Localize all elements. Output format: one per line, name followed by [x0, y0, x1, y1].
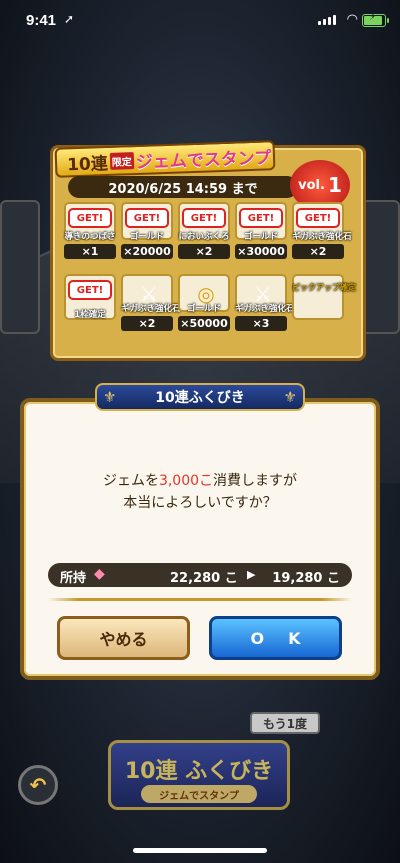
stamp-cell: ⚔ ギガぶき強化石 ×3 [235, 274, 295, 331]
dialog-title: 10連ふくびき [155, 390, 245, 406]
battery-icon: ⚡ [362, 12, 389, 27]
stamp-name: においぶくろ [178, 232, 230, 242]
gem-icon: ◆ [94, 566, 105, 582]
gem-cost: 3,000こ [158, 473, 214, 489]
stamp-name: ゴールド [243, 232, 278, 242]
again-sign: もう1度 [250, 712, 320, 734]
stamp-name: ゴールド [129, 232, 164, 242]
msg-part: ジェムを [102, 473, 159, 489]
stamp-cell: ⚔ ギガぶき強化石 ×2 [121, 274, 181, 331]
ok-button[interactable]: OK [209, 616, 342, 660]
get-badge: GET! [125, 208, 169, 228]
owned-label: 所持 [60, 571, 87, 586]
stamp-qty: ×20000 [121, 244, 173, 259]
dialog-title-bar: ⚜ 10連ふくびき ⚜ [95, 383, 305, 411]
get-badge: GET! [239, 208, 283, 228]
stamp-qty: ×50000 [178, 316, 230, 331]
signal-icon [318, 15, 336, 25]
stamp-cell: GET! 導きのつばさ ×1 [64, 202, 116, 259]
wifi-icon: ◠ [346, 12, 358, 27]
right-pillar [360, 200, 400, 334]
stamp-qty: ×2 [292, 244, 344, 259]
stamp-cell: GET! ギガぶき強化石 ×2 [292, 202, 352, 259]
msg-part: 消費しますが [213, 473, 298, 489]
stamp-cell: GET! 1枠確定 [64, 274, 116, 320]
cancel-button[interactable]: やめる [57, 616, 190, 660]
location-arrow-icon: ➚ [64, 12, 75, 26]
gacha-label: 10連 ふくびき [124, 759, 274, 784]
stamp-name: ギガぶき強化石 [292, 232, 352, 242]
limited-badge: 限定 [109, 151, 134, 170]
ornament-icon: ⚜ [283, 388, 297, 406]
get-badge: GET! [68, 280, 112, 300]
stamp-qty: ×2 [178, 244, 230, 259]
stamp-name: ギガぶき強化石 [235, 304, 295, 314]
divider [48, 598, 352, 601]
status-bar: 9:41 ➚ ◠ ⚡ [0, 0, 400, 40]
get-badge: GET! [182, 208, 226, 228]
ornament-icon: ⚜ [103, 388, 117, 406]
gacha-sub-label: ジェムでスタンプ [141, 785, 257, 803]
arrow-right-icon: ▶ [247, 568, 256, 581]
stamp-qty: ×3 [235, 316, 287, 331]
title-main: ジェムでスタンプ [135, 147, 272, 173]
campaign-period: 2020/6/25 14:59 まで [68, 176, 298, 198]
stamp-cell: GET! ゴールド ×20000 [121, 202, 173, 259]
get-badge: GET! [68, 208, 112, 228]
get-badge: GET! [296, 208, 340, 228]
home-indicator [133, 848, 267, 853]
stamp-qty: ×30000 [235, 244, 287, 259]
owned-after: 19,280 こ [272, 571, 340, 586]
left-pillar [0, 200, 40, 334]
msg-line2: 本当によろしいですか？ [123, 495, 277, 512]
stamp-name: 導きのつばさ [64, 232, 116, 242]
stamp-name: ギガぶき強化石 [121, 304, 181, 314]
dialog-message: ジェムを3,000こ消費しますが 本当によろしいですか？ [20, 470, 380, 515]
gem-balance-bar: 所持 ◆ 22,280 こ ▶ 19,280 こ [48, 563, 352, 587]
stamp-cell: GET! ゴールド ×30000 [235, 202, 287, 259]
stamp-cell: GET! においぶくろ ×2 [178, 202, 230, 259]
status-time: 9:41 [26, 12, 57, 29]
stamp-cell: ピックアップ確定 [292, 274, 356, 320]
vol-label: vol. [298, 177, 325, 193]
title-prefix: 10連 [66, 153, 109, 175]
stamp-name: 1枠確定 [74, 310, 106, 320]
owned-before: 22,280 こ [170, 571, 238, 586]
stamp-qty: ×2 [121, 316, 173, 331]
stamp-name: ピックアップ確定 [292, 283, 356, 292]
stamp-qty: ×1 [64, 244, 116, 259]
stamp-cell: ◎ ゴールド ×50000 [178, 274, 230, 331]
back-arrow-icon[interactable]: ↶ [18, 765, 58, 805]
stamp-name: ゴールド [186, 304, 221, 314]
vol-number: 1 [327, 173, 342, 197]
ten-draw-button[interactable]: 10連 ふくびき ジェムでスタンプ [108, 740, 290, 810]
